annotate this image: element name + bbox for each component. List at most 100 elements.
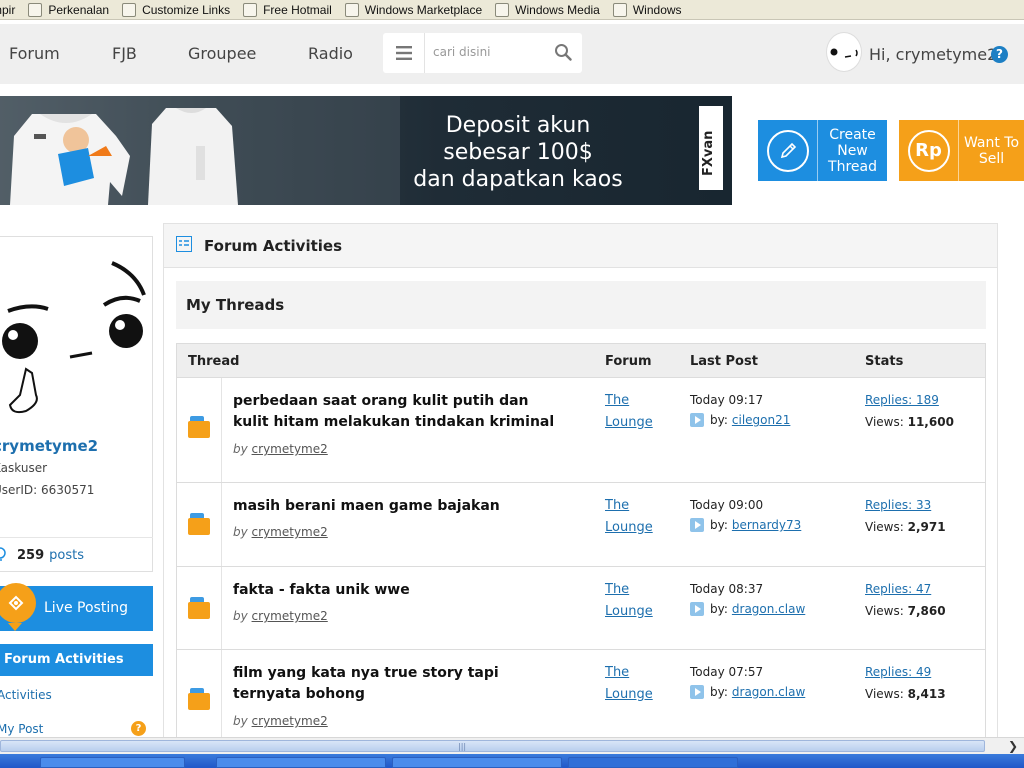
scrollbar-thumb[interactable] — [0, 740, 985, 752]
views-label: Views: — [865, 687, 904, 701]
nav-groupee-link[interactable]: Groupee — [188, 44, 256, 63]
thread-author: by crymetyme2 — [233, 609, 328, 623]
bookmark-item[interactable]: Windows Marketplace — [344, 2, 482, 17]
views-stat: Views: 2,971 — [865, 520, 946, 534]
last-poster-link[interactable]: cilegon21 — [732, 413, 790, 427]
replies-link[interactable]: Replies: 47 — [865, 582, 931, 596]
last-post-by: by: dragon.claw — [690, 685, 805, 699]
banner-line-2: sebesar 100$ — [443, 140, 593, 165]
taskbar-item[interactable] — [392, 757, 562, 768]
search-button[interactable] — [554, 43, 572, 65]
thread-icon-cell — [177, 567, 222, 649]
bookmark-label: Windows — [632, 2, 682, 17]
bookmark-item[interactable]: mpir — [0, 3, 15, 17]
user-greeting[interactable]: Hi, crymetyme2 — [869, 45, 997, 64]
scrollbar-grip-icon: ||| — [458, 742, 467, 751]
thread-folder-icon — [188, 416, 210, 438]
goto-last-post-icon[interactable] — [690, 685, 704, 699]
rage-face-image — [2, 261, 146, 414]
posts-count: 259 — [17, 548, 45, 563]
help-icon[interactable]: ? — [991, 46, 1008, 63]
live-posting-button[interactable]: Live Posting — [0, 583, 153, 631]
scroll-right-arrow-icon[interactable]: ❯ — [1008, 739, 1018, 753]
forum-name-2: Lounge — [605, 604, 653, 619]
goto-last-post-icon[interactable] — [690, 602, 704, 616]
thread-title-link[interactable]: film yang kata nya true story tapi terny… — [233, 663, 563, 705]
bookmark-label: mpir — [0, 2, 16, 17]
col-last-post: Last Post — [690, 354, 758, 369]
create-thread-button[interactable]: Create New Thread — [758, 120, 887, 181]
last-poster-link[interactable]: bernardy73 — [732, 518, 801, 532]
by-label: by — [233, 609, 248, 623]
bulb-icon — [0, 547, 6, 561]
forum-link[interactable]: The Lounge — [605, 495, 665, 539]
taskbar-item-active[interactable] — [568, 757, 738, 768]
replies-link[interactable]: Replies: 49 — [865, 665, 931, 679]
bookmark-icon — [495, 2, 510, 17]
goto-last-post-icon[interactable] — [690, 518, 704, 532]
help-badge-icon[interactable]: ? — [131, 721, 146, 736]
forum-name-1: The — [605, 393, 630, 408]
bookmark-item[interactable]: Free Hotmail — [243, 2, 332, 17]
banner-text: Deposit akun sebesar 100$ dan dapatkan k… — [402, 112, 634, 193]
forum-name-2: Lounge — [605, 687, 653, 702]
author-link[interactable]: crymetyme2 — [252, 609, 328, 623]
forum-link[interactable]: The Lounge — [605, 662, 665, 706]
bookmark-icon — [344, 2, 359, 17]
replies-link[interactable]: Replies: 33 — [865, 498, 931, 512]
promo-banner[interactable]: Deposit akun sebesar 100$ dan dapatkan k… — [0, 96, 732, 205]
thread-title-link[interactable]: perbedaan saat orang kulit putih dan kul… — [233, 391, 563, 433]
activity-list-icon — [176, 236, 192, 252]
nav-fjb-link[interactable]: FJB — [112, 44, 137, 63]
taskbar-item[interactable] — [216, 757, 386, 768]
posts-label: posts — [49, 548, 84, 563]
profile-picture[interactable] — [0, 245, 150, 435]
bookmark-item[interactable]: Windows Media — [495, 2, 600, 17]
profile-sidebar: crymetyme2 Kaskuser UserID: 6630571 259 … — [0, 236, 153, 736]
replies-link[interactable]: Replies: 189 — [865, 393, 939, 407]
bookmark-item[interactable]: Perkenalan — [28, 2, 110, 17]
col-thread: Thread — [188, 354, 240, 369]
bookmark-item[interactable]: Customize Links — [122, 2, 230, 17]
thread-title-link[interactable]: fakta - fakta unik wwe — [233, 580, 563, 601]
search-input[interactable] — [433, 45, 543, 59]
panel-title: Forum Activities — [204, 237, 343, 255]
profile-rank: Kaskuser — [0, 461, 48, 475]
taskbar-item[interactable] — [40, 757, 185, 768]
bookmark-label: Perkenalan — [48, 2, 110, 17]
author-link[interactable]: crymetyme2 — [252, 714, 328, 728]
thread-title-link[interactable]: masih berani maen game bajakan — [233, 496, 563, 517]
want-to-sell-button[interactable]: Rp Want To Sell — [899, 120, 1024, 181]
forum-name-1: The — [605, 665, 630, 680]
author-link[interactable]: crymetyme2 — [252, 442, 328, 456]
forum-activities-menu-header[interactable]: Forum Activities — [0, 644, 153, 676]
forum-name-1: The — [605, 582, 630, 597]
my-threads-title: My Threads — [186, 296, 285, 314]
forum-name-2: Lounge — [605, 520, 653, 535]
by-label: by — [233, 525, 248, 539]
avatar[interactable] — [826, 32, 862, 72]
horizontal-scrollbar[interactable]: ||| ❯ — [0, 737, 1024, 754]
forum-link[interactable]: The Lounge — [605, 390, 665, 434]
rupiah-icon: Rp — [907, 129, 950, 172]
table-row: perbedaan saat orang kulit putih dan kul… — [176, 378, 986, 483]
goto-last-post-icon[interactable] — [690, 413, 704, 427]
last-post-time: Today 09:17 — [690, 393, 764, 407]
forum-link[interactable]: The Lounge — [605, 579, 665, 623]
hamburger-icon — [395, 46, 412, 60]
last-poster-link[interactable]: dragon.claw — [732, 602, 805, 616]
sidebar-item-activities[interactable]: Activities — [0, 688, 52, 702]
search-menu-button[interactable] — [383, 33, 425, 73]
live-posting-label: Live Posting — [44, 600, 128, 616]
posts-count-row[interactable]: 259 posts — [0, 537, 153, 573]
profile-username[interactable]: crymetyme2 — [0, 437, 98, 455]
sidebar-item-my-post[interactable]: My Post — [0, 722, 43, 736]
last-poster-link[interactable]: dragon.claw — [732, 685, 805, 699]
views-label: Views: — [865, 520, 904, 534]
bookmark-icon — [243, 2, 258, 17]
author-link[interactable]: crymetyme2 — [252, 525, 328, 539]
last-post-by: by: cilegon21 — [690, 413, 790, 427]
nav-forum-link[interactable]: Forum — [9, 44, 60, 63]
nav-radio-link[interactable]: Radio — [308, 44, 353, 63]
bookmark-item[interactable]: Windows — [612, 2, 682, 17]
